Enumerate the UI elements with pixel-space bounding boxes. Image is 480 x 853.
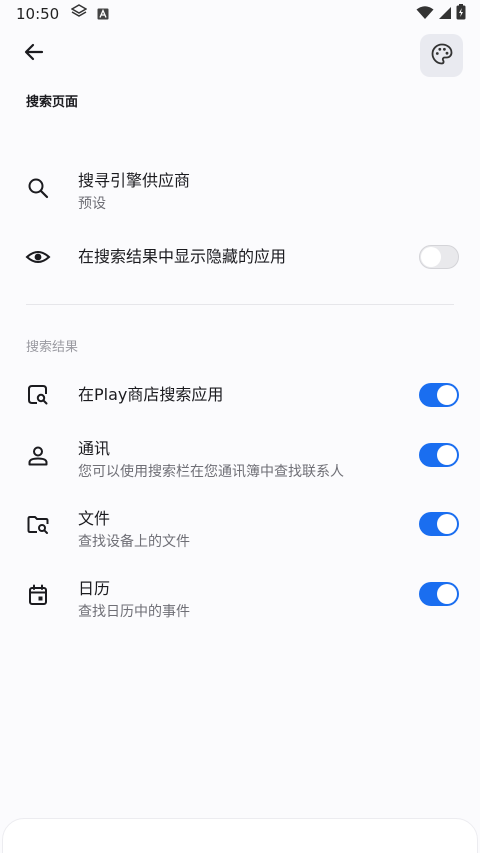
toolbar — [0, 30, 480, 82]
play-store-search-title: 在Play商店搜索应用 — [78, 385, 224, 404]
calendar-icon — [24, 581, 52, 609]
divider — [26, 304, 454, 305]
show-hidden-apps-toggle[interactable] — [419, 245, 459, 269]
toggle-knob — [421, 247, 441, 267]
calendar-toggle[interactable] — [419, 582, 459, 606]
toggle-knob — [437, 385, 457, 405]
toggle-knob — [437, 514, 457, 534]
bottom-sheet — [2, 818, 478, 853]
status-bar: 10:50 — [0, 0, 480, 28]
search-icon — [24, 174, 52, 202]
play-store-search-toggle[interactable] — [419, 383, 459, 407]
files-item[interactable]: 文件 查找设备上的文件 — [0, 508, 480, 554]
status-time: 10:50 — [16, 5, 60, 23]
signal-icon — [438, 5, 452, 24]
wifi-icon — [416, 5, 434, 24]
contacts-toggle[interactable] — [419, 443, 459, 467]
search-engine-value: 预设 — [78, 196, 106, 212]
contacts-item[interactable]: 通讯 您可以使用搜索栏在您通讯簿中查找联系人 — [0, 438, 480, 484]
palette-icon — [430, 42, 454, 70]
layers-icon — [70, 4, 88, 24]
play-store-search-item[interactable]: 在Play商店搜索应用 — [0, 381, 480, 409]
calendar-description: 查找日历中的事件 — [78, 604, 190, 620]
eye-icon — [24, 243, 52, 271]
calendar-title: 日历 — [78, 579, 111, 598]
play-search-icon — [24, 381, 52, 409]
back-arrow-icon — [23, 41, 45, 67]
calendar-item[interactable]: 日历 查找日历中的事件 — [0, 578, 480, 624]
section-header: 搜索结果 — [26, 340, 79, 355]
show-hidden-apps-item[interactable]: 在搜索结果中显示隐藏的应用 — [0, 243, 480, 271]
contacts-title: 通讯 — [78, 439, 111, 458]
person-icon — [24, 442, 52, 470]
files-title: 文件 — [78, 509, 111, 528]
contacts-description: 您可以使用搜索栏在您通讯簿中查找联系人 — [78, 464, 344, 480]
search-engine-title: 搜寻引擎供应商 — [78, 171, 191, 190]
app-notification-icon — [97, 5, 109, 24]
toggle-knob — [437, 584, 457, 604]
files-description: 查找设备上的文件 — [78, 534, 190, 550]
toggle-knob — [437, 445, 457, 465]
battery-icon — [456, 4, 466, 24]
palette-button[interactable] — [420, 34, 463, 77]
folder-search-icon — [24, 511, 52, 539]
show-hidden-apps-title: 在搜索结果中显示隐藏的应用 — [78, 247, 287, 266]
back-button[interactable] — [14, 34, 54, 74]
search-engine-provider-item[interactable]: 搜寻引擎供应商 预设 — [0, 170, 480, 220]
page-title: 搜索页面 — [26, 95, 79, 110]
files-toggle[interactable] — [419, 512, 459, 536]
